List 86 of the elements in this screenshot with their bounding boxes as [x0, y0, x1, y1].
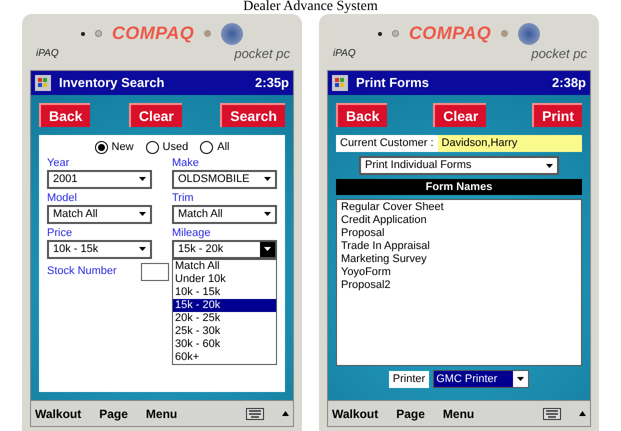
- dropdown-arrow-icon: [264, 247, 271, 251]
- dropdown-option[interactable]: 20k - 25k: [173, 312, 276, 324]
- dropdown-field[interactable]: 15k - 20k: [172, 240, 277, 258]
- form-list-item[interactable]: Proposal2: [341, 279, 577, 292]
- action-button[interactable]: Back: [336, 103, 388, 127]
- brand-logo: COMPAQ: [408, 22, 492, 45]
- field-label: Stock Number: [47, 264, 117, 280]
- platform-logo: pocket pc: [531, 45, 587, 63]
- form-list-item[interactable]: Proposal: [341, 227, 577, 240]
- action-button[interactable]: Print: [532, 103, 582, 127]
- clock: 2:35p: [255, 74, 289, 92]
- menu-item[interactable]: Walkout: [35, 404, 82, 422]
- dropdown-option[interactable]: Under 10k: [173, 272, 276, 286]
- up-arrow-icon[interactable]: [282, 411, 289, 416]
- dropdown-field[interactable]: OLDSMOBILE: [172, 170, 277, 188]
- radio-button[interactable]: [94, 140, 108, 154]
- field-label: Model: [47, 192, 78, 204]
- radio-button[interactable]: [146, 140, 159, 154]
- dropdown-field[interactable]: 10k - 15k: [47, 240, 152, 258]
- dropdown-option[interactable]: Match All: [173, 260, 276, 272]
- dropdown-option[interactable]: 25k - 30k: [173, 324, 276, 338]
- dropdown-field[interactable]: Match All: [172, 204, 277, 224]
- keyboard-icon[interactable]: [543, 408, 561, 420]
- up-arrow-icon[interactable]: [579, 411, 586, 416]
- menu-item[interactable]: Menu: [146, 404, 178, 422]
- menu-item[interactable]: Page: [396, 404, 425, 422]
- menu-item[interactable]: Page: [99, 404, 128, 422]
- brand-logo: COMPAQ: [112, 22, 194, 45]
- dropdown-option[interactable]: 10k - 15k: [173, 286, 276, 298]
- indicator-light-icon: [94, 30, 102, 37]
- action-button[interactable]: Search: [220, 103, 285, 127]
- navigation-button-icon: [221, 22, 244, 44]
- dropdown-arrow-icon: [139, 177, 146, 181]
- indicator-light-icon: [392, 30, 399, 37]
- menu-item[interactable]: Menu: [442, 404, 474, 422]
- start-menu-icon[interactable]: [332, 75, 348, 91]
- dropdown-field[interactable]: Match All: [47, 204, 152, 224]
- menu-item[interactable]: Walkout: [332, 404, 378, 422]
- start-menu-icon[interactable]: [35, 75, 51, 91]
- dropdown-field[interactable]: 2001: [47, 170, 152, 188]
- window-title: Inventory Search: [59, 74, 166, 92]
- printer-dropdown[interactable]: GMC Printer: [433, 370, 530, 388]
- dropdown-arrow-icon: [517, 377, 524, 381]
- form-list-item[interactable]: Trade In Appraisal: [341, 240, 577, 253]
- indicator-light-icon: [501, 30, 508, 37]
- clock: 2:38p: [552, 74, 586, 92]
- caption: Dealer Advance System: [243, 0, 378, 14]
- field-label: Mileage: [172, 226, 212, 240]
- action-button[interactable]: Clear: [433, 103, 486, 127]
- dropdown-arrow-icon: [546, 164, 553, 168]
- dropdown-arrow-icon: [139, 212, 146, 216]
- radio-label: All: [217, 140, 230, 155]
- action-button[interactable]: Clear: [128, 103, 182, 127]
- form-list-item[interactable]: Credit Application: [341, 214, 577, 227]
- dropdown-arrow-icon: [139, 247, 146, 251]
- field-label: Make: [172, 156, 200, 170]
- indicator-light-icon: [378, 32, 382, 36]
- dropdown-option[interactable]: 30k - 60k: [173, 338, 276, 350]
- form-list-item[interactable]: Marketing Survey: [341, 253, 577, 266]
- window-title: Print Forms: [356, 74, 430, 92]
- dropdown-arrow-icon: [264, 212, 271, 216]
- dropdown-arrow-icon: [264, 177, 271, 181]
- customer-name: Davidson,Harry: [438, 135, 582, 152]
- customer-label: Current Customer :: [336, 135, 438, 152]
- model-logo: iPAQ: [333, 47, 356, 61]
- field-label: Year: [47, 156, 70, 170]
- dropdown-option[interactable]: 60k+: [173, 350, 276, 364]
- field-label: Trim: [172, 192, 195, 204]
- list-header: Form Names: [336, 179, 582, 195]
- form-list-item[interactable]: YoyoForm: [341, 266, 577, 279]
- stock-number-field[interactable]: [140, 262, 169, 280]
- radio-label: New: [112, 140, 134, 155]
- dropdown-option[interactable]: 15k - 20k: [173, 298, 276, 312]
- radio-button[interactable]: [200, 140, 214, 154]
- dropdown-field[interactable]: Print Individual Forms: [359, 156, 559, 175]
- model-logo: iPAQ: [36, 47, 59, 61]
- action-button[interactable]: Back: [39, 103, 90, 127]
- keyboard-icon[interactable]: [246, 408, 264, 420]
- printer-label: Printer: [388, 370, 430, 388]
- navigation-button-icon: [518, 22, 540, 44]
- field-label: Price: [47, 226, 74, 240]
- indicator-light-icon: [80, 32, 85, 36]
- platform-logo: pocket pc: [234, 45, 290, 63]
- form-list-item[interactable]: Regular Cover Sheet: [341, 201, 577, 214]
- indicator-light-icon: [204, 30, 212, 37]
- radio-label: Used: [162, 140, 188, 155]
